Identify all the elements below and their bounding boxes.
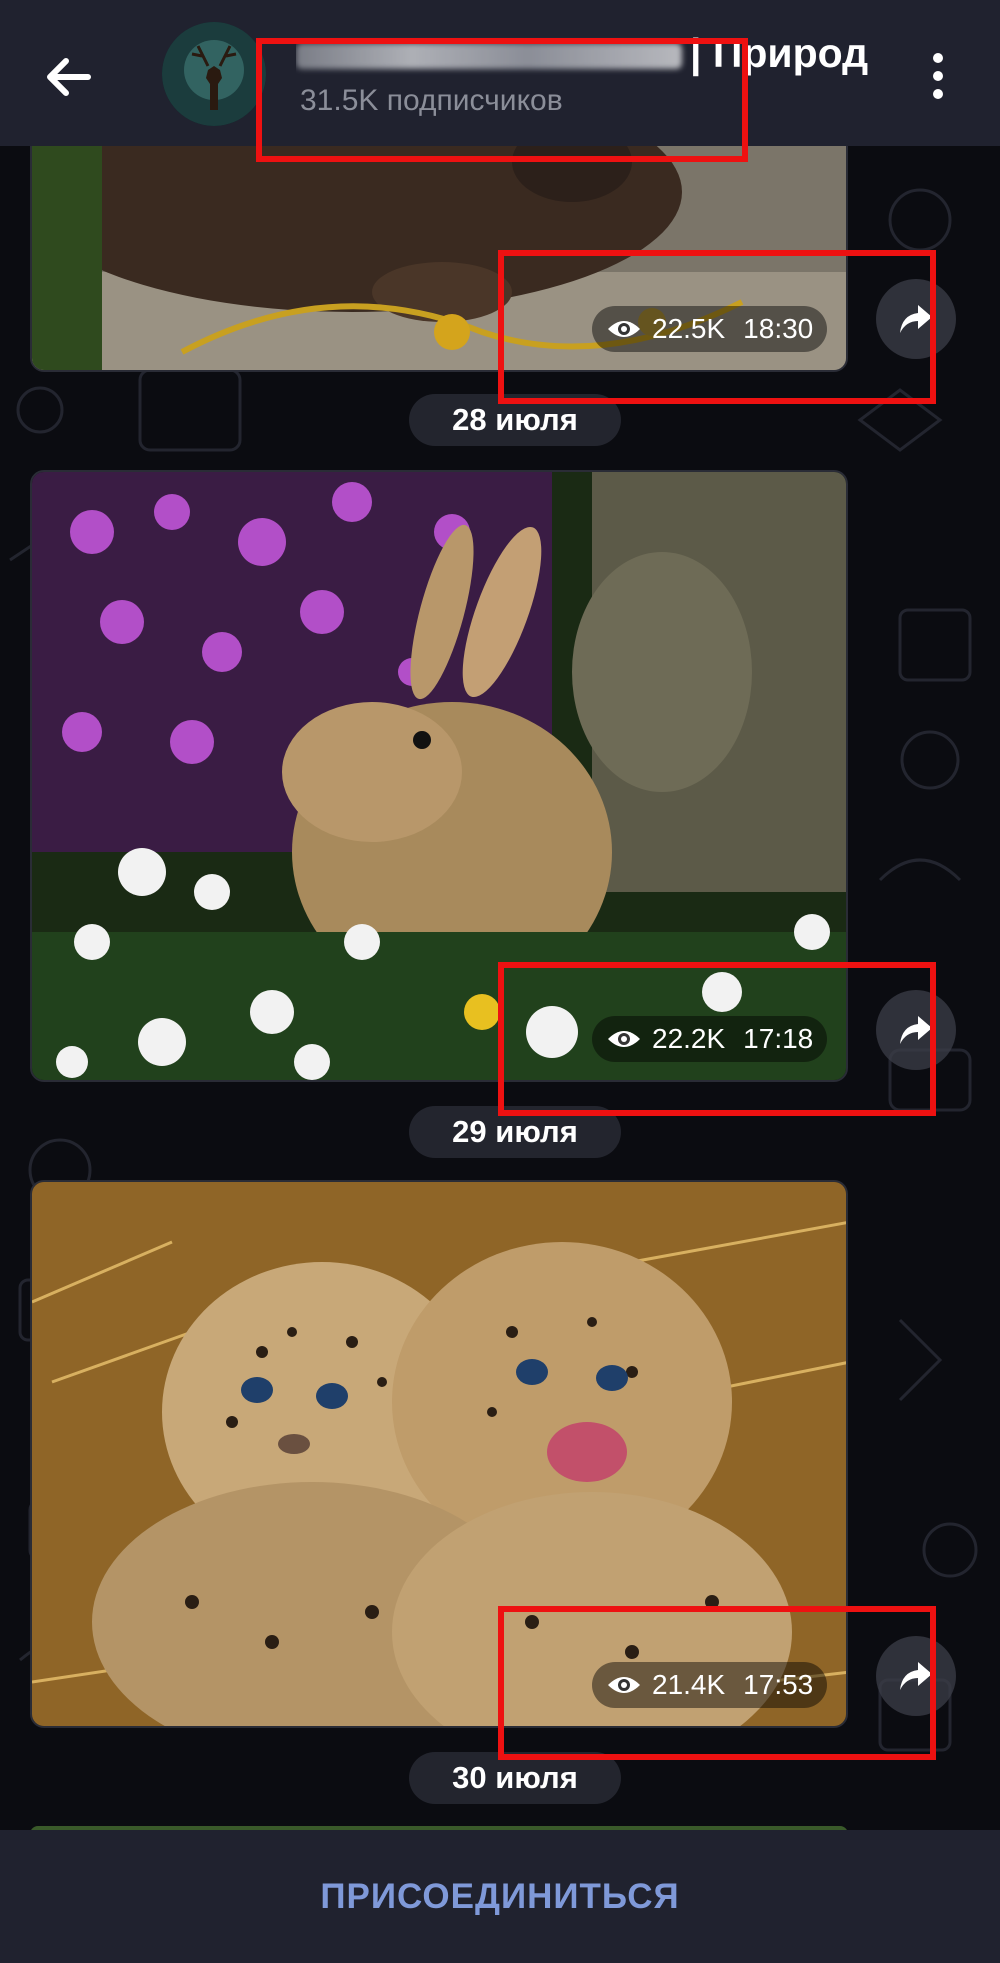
channel-avatar[interactable] (162, 22, 266, 126)
join-channel-button[interactable]: ПРИСОЕДИНИТЬСЯ (0, 1830, 1000, 1963)
highlight-box-header (256, 38, 748, 162)
back-button[interactable] (36, 44, 102, 110)
deer-icon (162, 22, 266, 126)
arrow-left-icon (47, 58, 91, 96)
highlight-box-message-1 (498, 250, 936, 404)
more-menu-button[interactable] (920, 48, 956, 104)
bottom-bar: ПРИСОЕДИНИТЬСЯ (0, 1830, 1000, 1963)
more-vertical-icon (933, 53, 943, 99)
highlight-box-message-2 (498, 962, 936, 1116)
highlight-box-message-3 (498, 1606, 936, 1760)
